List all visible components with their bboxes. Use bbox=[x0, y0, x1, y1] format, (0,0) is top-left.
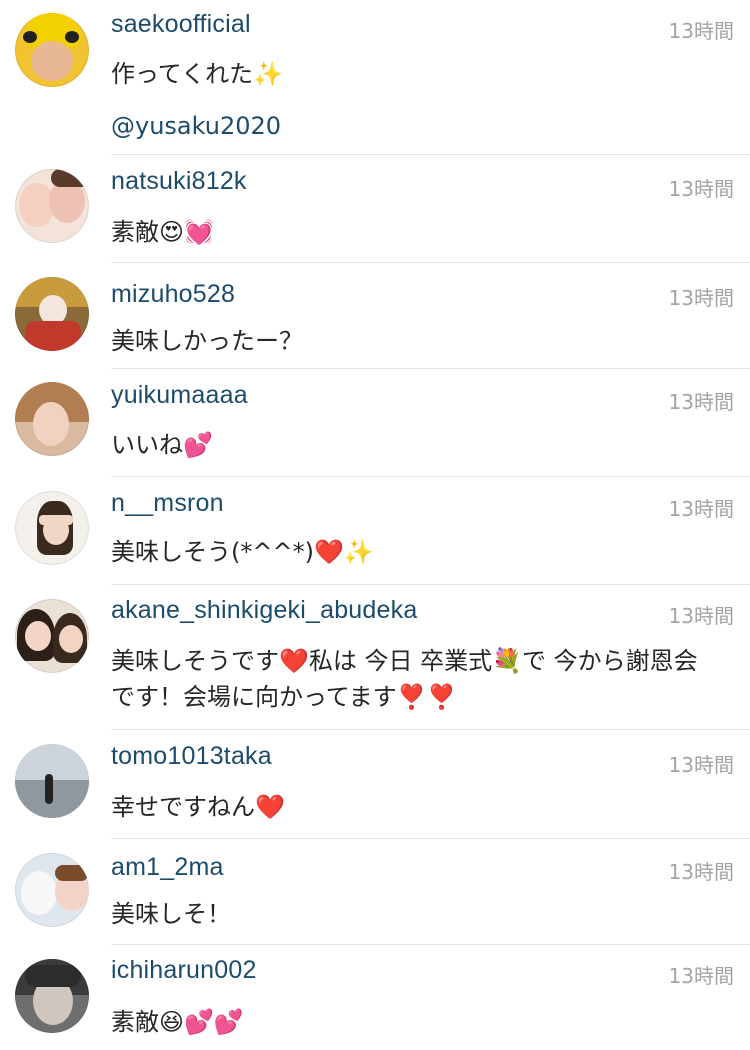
comment-time: 13時間 bbox=[668, 753, 734, 777]
comment-text: 美味しそう(*^^*)❤️✨ bbox=[111, 538, 374, 566]
avatar[interactable] bbox=[15, 599, 89, 673]
avatar[interactable] bbox=[15, 382, 89, 456]
avatar[interactable] bbox=[15, 959, 89, 1033]
comment-item: akane_shinkigeki_abudeka 13時間 美味しそうです❤️私… bbox=[0, 585, 750, 730]
comment-time: 13時間 bbox=[668, 286, 734, 310]
comment-item: natsuki812k 13時間 素敵😍💓 bbox=[0, 155, 750, 263]
avatar[interactable] bbox=[15, 853, 89, 927]
avatar[interactable] bbox=[15, 491, 89, 565]
comment-text: 作ってくれた✨ bbox=[111, 60, 283, 88]
comment-text: 美味しかったー？ bbox=[111, 327, 303, 355]
comment-item: n__msron 13時間 美味しそう(*^^*)❤️✨ bbox=[0, 477, 750, 584]
comment-time: 13時間 bbox=[668, 860, 734, 884]
comment-mention[interactable]: @yusaku2020 bbox=[111, 112, 281, 140]
comment-item: tomo1013taka 13時間 幸せですねん❤️ bbox=[0, 730, 750, 838]
comment-username[interactable]: saekoofficial bbox=[111, 10, 251, 39]
comment-username[interactable]: ichiharun002 bbox=[111, 956, 257, 985]
comment-item: ichiharun002 13時間 素敵😆💕💕 bbox=[0, 945, 750, 1050]
comment-text: 素敵😆💕💕 bbox=[111, 1008, 244, 1036]
avatar[interactable] bbox=[15, 744, 89, 818]
comment-username[interactable]: akane_shinkigeki_abudeka bbox=[111, 596, 417, 625]
comment-username[interactable]: n__msron bbox=[111, 489, 224, 518]
comment-text: 美味しそ！ bbox=[111, 900, 231, 928]
comment-time: 13時間 bbox=[668, 177, 734, 201]
comment-item: am1_2ma 13時間 美味しそ！ bbox=[0, 839, 750, 945]
comment-text: 美味しそうです❤️私は 今日 卒業式💐で 今から謝恩会です！会場に向かってます❣… bbox=[111, 647, 698, 711]
comment-time: 13時間 bbox=[668, 497, 734, 521]
avatar[interactable] bbox=[15, 169, 89, 243]
comment-item: yuikumaaaa 13時間 いいね💕 bbox=[0, 369, 750, 476]
comment-item: saekoofficial 13時間 作ってくれた✨ @yusaku2020 bbox=[0, 0, 750, 155]
comment-text: いいね💕 bbox=[111, 431, 213, 459]
comment-time: 13時間 bbox=[668, 390, 734, 414]
comment-username[interactable]: tomo1013taka bbox=[111, 742, 272, 771]
comment-username[interactable]: am1_2ma bbox=[111, 853, 224, 882]
avatar[interactable] bbox=[15, 277, 89, 351]
comment-username[interactable]: natsuki812k bbox=[111, 167, 247, 196]
comment-text: 素敵😍💓 bbox=[111, 218, 214, 246]
comment-username[interactable]: mizuho528 bbox=[111, 280, 235, 309]
comment-item: mizuho528 13時間 美味しかったー？ bbox=[0, 263, 750, 369]
comment-time: 13時間 bbox=[668, 19, 734, 43]
avatar[interactable] bbox=[15, 13, 89, 87]
comment-username[interactable]: yuikumaaaa bbox=[111, 381, 248, 410]
comment-time: 13時間 bbox=[668, 604, 734, 628]
comment-text: 幸せですねん❤️ bbox=[111, 793, 285, 821]
comment-time: 13時間 bbox=[668, 964, 734, 988]
